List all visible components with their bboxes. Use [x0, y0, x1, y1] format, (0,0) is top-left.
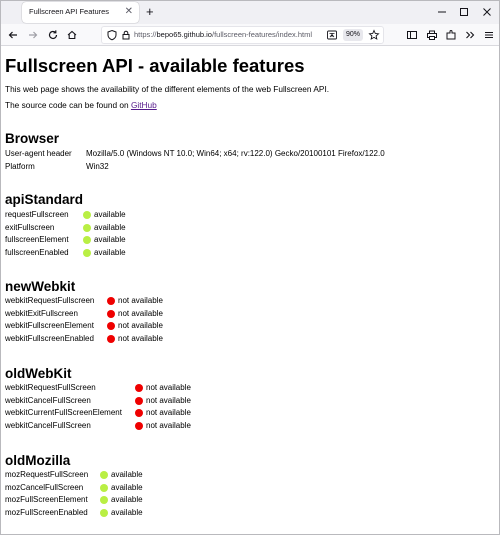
status-dot-unavailable-icon: [135, 409, 143, 417]
status-dot-unavailable-icon: [135, 421, 143, 430]
status-dot-available-icon: [83, 248, 91, 257]
section-heading: newWebkit: [5, 279, 76, 294]
lock-icon[interactable]: [119, 28, 133, 42]
feature-status: available: [94, 210, 126, 219]
feature-status: not available: [146, 395, 191, 405]
address-bar[interactable]: https://bepo65.github.io/fullscreen-feat…: [101, 26, 384, 44]
shield-icon[interactable]: [105, 28, 119, 42]
url-host: bepo65.github.io: [156, 30, 212, 39]
feature-status: not available: [118, 308, 163, 318]
feature-name: webkitRequestFullScreen: [5, 383, 96, 392]
close-tab-icon[interactable]: ✕: [125, 6, 133, 18]
feature-status: available: [94, 222, 126, 232]
menu-icon[interactable]: [482, 28, 496, 42]
feature-status: available: [111, 470, 143, 479]
zoom-level[interactable]: 90%: [343, 29, 363, 41]
tab-strip: Fullscreen API Features ✕ +: [1, 1, 499, 24]
feature-name: fullscreenEnabled: [5, 247, 69, 257]
feature-status: not available: [118, 321, 163, 330]
status-dot-available-icon: [100, 508, 108, 517]
feature-status: available: [111, 495, 143, 504]
status-dot-available-icon: [83, 223, 91, 232]
feature-status: not available: [146, 408, 191, 417]
feature-status: available: [94, 247, 126, 257]
feature-status: available: [111, 507, 143, 517]
feature-name: mozFullScreenEnabled: [5, 507, 88, 517]
feature-name: webkitExitFullscreen: [5, 308, 78, 318]
feature-name: mozCancelFullScreen: [5, 482, 84, 492]
feature-name: webkitCancelFullScreen: [5, 395, 91, 405]
reload-icon[interactable]: [46, 28, 60, 42]
page-content: Fullscreen API - available features This…: [1, 47, 499, 534]
maximize-icon[interactable]: [457, 5, 471, 19]
close-window-icon[interactable]: [480, 5, 494, 19]
feature-status: available: [111, 482, 143, 492]
feature-name: exitFullscreen: [5, 222, 55, 232]
feature-name: fullscreenElement: [5, 235, 69, 244]
overflow-chevron-icon[interactable]: [463, 28, 477, 42]
url-path: /fullscreen-features/index.html: [211, 30, 313, 39]
extensions-icon[interactable]: [444, 28, 458, 42]
feature-name: mozRequestFullScreen: [5, 470, 89, 479]
tab-title: Fullscreen API Features: [29, 7, 110, 16]
status-dot-unavailable-icon: [135, 396, 143, 405]
status-dot-unavailable-icon: [135, 384, 143, 392]
status-dot-unavailable-icon: [107, 322, 115, 330]
forward-icon[interactable]: [26, 28, 40, 42]
minimize-icon[interactable]: [435, 5, 449, 19]
feature-status: not available: [146, 420, 191, 430]
home-icon[interactable]: [65, 28, 79, 42]
navigation-toolbar: https://bepo65.github.io/fullscreen-feat…: [1, 24, 499, 46]
feature-name: requestFullscreen: [5, 210, 69, 219]
url-text[interactable]: https://bepo65.github.io/fullscreen-feat…: [134, 30, 312, 39]
page-title: Fullscreen API - available features: [5, 55, 305, 76]
github-link[interactable]: GitHub: [131, 100, 157, 110]
feature-status: available: [94, 235, 126, 244]
feature-name: webkitCurrentFullScreenElement: [5, 408, 122, 417]
bookmark-star-icon[interactable]: [367, 28, 381, 42]
source-text: The source code can be found on GitHub: [5, 100, 157, 110]
browser-heading: Browser: [5, 131, 60, 146]
print-icon[interactable]: [425, 28, 439, 42]
status-dot-available-icon: [100, 471, 108, 479]
status-dot-unavailable-icon: [107, 309, 115, 318]
intro-text: This web page shows the availability of …: [5, 84, 330, 94]
feature-name: webkitFullscreenEnabled: [5, 333, 94, 343]
status-dot-available-icon: [100, 496, 108, 504]
new-tab-icon[interactable]: +: [146, 4, 154, 19]
section-heading: oldMozilla: [5, 453, 71, 468]
platform-label: Platform: [5, 162, 35, 171]
tab-active[interactable]: Fullscreen API Features ✕: [22, 2, 139, 23]
user-agent-value: Mozilla/5.0 (Windows NT 10.0; Win64; x64…: [86, 149, 385, 158]
source-prefix: The source code can be found on: [5, 100, 131, 110]
back-icon[interactable]: [6, 28, 20, 42]
sidebar-icon[interactable]: [405, 28, 419, 42]
url-scheme: https://: [134, 30, 157, 39]
status-dot-available-icon: [100, 483, 108, 492]
feature-name: webkitCancelFullScreen: [5, 420, 91, 430]
section-heading: oldWebKit: [5, 366, 72, 381]
feature-name: webkitRequestFullscreen: [5, 296, 95, 305]
browser-window: Fullscreen API Features ✕ + https://bepo…: [0, 0, 500, 535]
feature-status: not available: [118, 296, 163, 305]
platform-value: Win32: [86, 162, 109, 171]
feature-name: webkitFullscreenElement: [5, 321, 94, 330]
translate-icon[interactable]: [325, 28, 339, 42]
user-agent-label: User-agent header: [5, 149, 72, 158]
status-dot-available-icon: [83, 211, 91, 219]
status-dot-available-icon: [83, 236, 91, 244]
feature-status: not available: [146, 383, 191, 392]
feature-status: not available: [118, 333, 163, 343]
status-dot-unavailable-icon: [107, 297, 115, 305]
section-heading: apiStandard: [5, 192, 84, 207]
feature-name: mozFullScreenElement: [5, 495, 88, 504]
status-dot-unavailable-icon: [107, 334, 115, 343]
